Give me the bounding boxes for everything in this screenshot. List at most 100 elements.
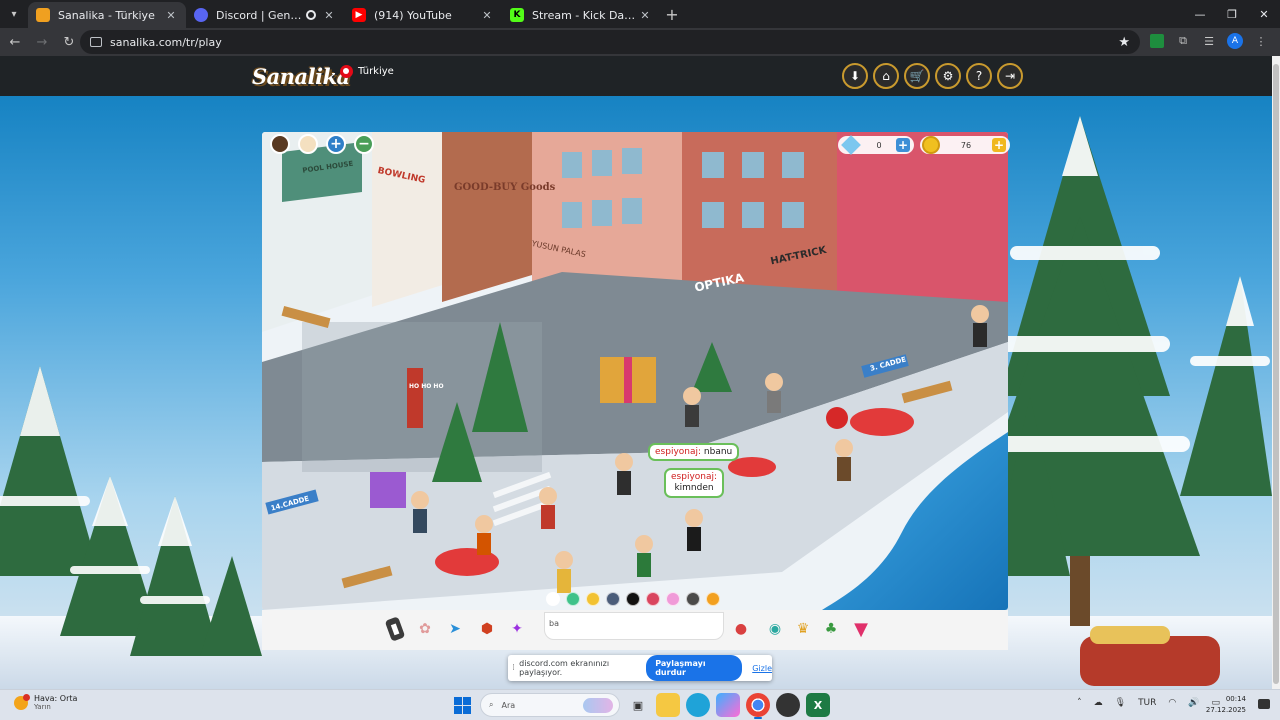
close-icon[interactable]: ✕ — [322, 9, 336, 22]
microphone-icon[interactable]: 🎙 — [1115, 698, 1126, 708]
chat-bubble-icon[interactable]: ● — [730, 618, 752, 640]
tab-search-button[interactable]: ▾ — [0, 0, 28, 28]
menu-triangle-icon[interactable]: ▼ — [850, 618, 872, 640]
share-message: discord.com ekranınızı paylaşıyor. — [519, 659, 610, 677]
back-icon[interactable]: ← — [3, 30, 27, 54]
system-tray: ˄ ☁ 🎙 TUR ◠ 🔊 ▭ — [1077, 698, 1220, 708]
discord-favicon — [194, 8, 208, 22]
help-icon[interactable]: ? — [966, 63, 992, 89]
close-icon[interactable]: ✕ — [480, 9, 494, 22]
bookmark-star-icon[interactable]: ★ — [1118, 35, 1130, 50]
trophy-icon[interactable]: ♛ — [792, 618, 814, 640]
search-icon: ⌕ — [489, 700, 494, 709]
site-info-icon[interactable] — [90, 37, 102, 47]
hide-link[interactable]: Gizle — [752, 664, 772, 673]
close-icon[interactable]: ✕ — [164, 9, 178, 22]
backpack-icon[interactable]: ⬢ — [476, 618, 498, 640]
zoom-out-button[interactable]: − — [354, 134, 374, 154]
avatar[interactable]: A — [1224, 30, 1246, 52]
color-swatch[interactable] — [606, 592, 620, 606]
copilot-icon[interactable] — [716, 693, 740, 717]
color-swatch[interactable] — [686, 592, 700, 606]
diamond-value: 0 — [876, 140, 882, 150]
country-selector[interactable]: Türkiye — [340, 65, 394, 78]
cart-icon[interactable]: 🛒 — [904, 63, 930, 89]
avatar[interactable] — [270, 134, 290, 154]
tab-title: Discord | Genel | TAŞACAK — [216, 8, 306, 22]
weather-icon — [14, 693, 30, 710]
search-highlight-image — [583, 698, 613, 713]
site-logo[interactable]: Sanalika — [252, 64, 350, 89]
header-actions: ⬇ ⌂ 🛒 ⚙ ? ⇥ — [842, 63, 1023, 89]
color-swatch[interactable] — [666, 592, 680, 606]
edge-icon[interactable] — [686, 693, 710, 717]
address-bar[interactable]: sanalika.com/tr/play ★ — [80, 30, 1140, 54]
sign-hohoho: HO HO HO — [409, 383, 444, 390]
tab-discord[interactable]: Discord | Genel | TAŞACAK ✕ — [186, 2, 344, 28]
color-swatch[interactable] — [626, 592, 640, 606]
tab-title: Sanalika - Türkiye — [58, 8, 155, 22]
kick-favicon: K — [510, 8, 524, 22]
dance-icon[interactable]: ✦ — [506, 618, 528, 640]
color-swatch[interactable] — [586, 592, 600, 606]
color-swatch[interactable] — [706, 592, 720, 606]
download-icon[interactable]: ⬇ — [842, 63, 868, 89]
color-swatch[interactable] — [566, 592, 580, 606]
start-icon[interactable] — [450, 693, 474, 717]
excel-icon[interactable]: X — [806, 693, 830, 717]
close-window-icon[interactable]: ✕ — [1248, 0, 1280, 28]
zoom-in-button[interactable]: + — [326, 134, 346, 154]
tab-kick[interactable]: K Stream - Kick Dashboard ✕ — [502, 2, 660, 28]
task-view-icon[interactable]: ▣ — [626, 693, 650, 717]
logout-icon[interactable]: ⇥ — [997, 63, 1023, 89]
notification-icon[interactable] — [1258, 699, 1270, 709]
weather-subtitle: Yarın — [34, 703, 51, 711]
tab-sanalika[interactable]: Sanalika - Türkiye ✕ — [28, 2, 186, 28]
volume-icon[interactable]: 🔊 — [1188, 698, 1199, 708]
puzzle-icon[interactable]: ⧉ — [1172, 30, 1194, 52]
extension-icon[interactable] — [1146, 30, 1168, 52]
tab-youtube[interactable]: ▶ (914) YouTube ✕ — [344, 2, 502, 28]
weather-title: Hava: Orta — [34, 694, 78, 703]
island-icon[interactable]: ♣ — [820, 618, 842, 640]
coin-counter: 76 + — [920, 136, 1010, 154]
chevron-up-icon[interactable]: ˄ — [1077, 698, 1082, 708]
sanalika-favicon — [36, 8, 50, 22]
file-explorer-icon[interactable] — [656, 693, 680, 717]
chat-input[interactable]: ba — [544, 612, 724, 640]
gear-icon[interactable]: ⚙ — [935, 63, 961, 89]
stop-sharing-button[interactable]: Paylaşmayı durdur — [646, 655, 743, 681]
buy-coins-button[interactable]: + — [992, 138, 1006, 152]
forward-icon[interactable]: → — [30, 30, 54, 54]
reload-icon[interactable]: ↻ — [57, 30, 81, 54]
color-swatch[interactable] — [646, 592, 660, 606]
emote-icon[interactable]: ✿ — [414, 618, 436, 640]
drag-handle-icon[interactable]: ⁞ — [508, 663, 519, 673]
country-label: Türkiye — [358, 66, 394, 77]
avatar[interactable] — [298, 134, 318, 154]
buy-diamonds-button[interactable]: + — [896, 138, 910, 152]
bird-icon[interactable]: ➤ — [444, 618, 466, 640]
page-scrollbar[interactable] — [1272, 56, 1280, 689]
pet-icon[interactable]: ◉ — [764, 618, 786, 640]
onedrive-icon[interactable]: ☁ — [1094, 698, 1103, 708]
language-indicator[interactable]: TUR — [1138, 698, 1156, 708]
new-tab-button[interactable]: + — [660, 2, 684, 28]
menu-icon[interactable]: ⋮ — [1250, 30, 1272, 52]
app-icon[interactable] — [776, 693, 800, 717]
game-canvas[interactable]: BOWLING GOOD-BUY Goods OPTIKA HAT-TRICK … — [262, 132, 1008, 610]
chrome-icon[interactable] — [746, 693, 770, 719]
minimize-icon[interactable]: — — [1184, 0, 1216, 28]
color-swatch[interactable] — [546, 592, 560, 606]
clock[interactable]: 00:14 27.12.2025 — [1206, 694, 1246, 716]
coin-icon — [922, 136, 940, 154]
reading-list-icon[interactable]: ☰ — [1198, 30, 1220, 52]
wifi-icon[interactable]: ◠ — [1168, 698, 1176, 708]
home-icon[interactable]: ⌂ — [873, 63, 899, 89]
hud-top-left: + − — [270, 134, 374, 154]
weather-widget[interactable]: Hava: Orta Yarın — [14, 693, 78, 711]
close-icon[interactable]: ✕ — [638, 9, 652, 22]
taskbar-search[interactable]: ⌕ Ara — [480, 693, 620, 717]
chat-bubble: espiyonaj: kimnden — [664, 468, 725, 498]
restore-icon[interactable]: ❐ — [1216, 0, 1248, 28]
